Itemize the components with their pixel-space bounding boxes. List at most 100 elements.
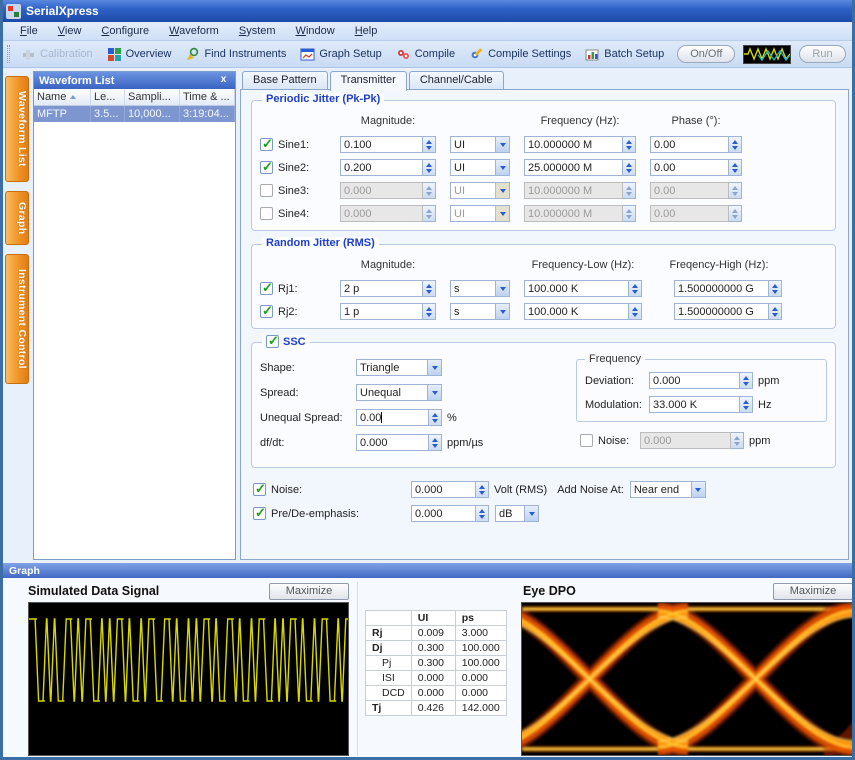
find-instruments-button[interactable]: Find Instruments <box>180 45 291 64</box>
sine3-magnitude-field[interactable]: 0.000 <box>340 182 423 199</box>
close-icon[interactable]: x <box>217 74 230 87</box>
preemphasis-field[interactable]: 0.000 <box>411 505 476 522</box>
side-tab-instrument-control[interactable]: Instrument Control <box>5 254 29 384</box>
ssc-noise-checkbox[interactable] <box>580 434 593 447</box>
rj2-freq-high-spinner[interactable] <box>769 303 782 320</box>
sine4-phase-field[interactable]: 0.00 <box>650 205 729 222</box>
rj2-checkbox[interactable] <box>260 305 273 318</box>
rj1-checkbox[interactable] <box>260 282 273 295</box>
eye-maximize-button[interactable]: Maximize <box>773 583 853 600</box>
side-tab-graph[interactable]: Graph <box>5 191 29 245</box>
menu-configure[interactable]: Configure <box>92 23 158 39</box>
sine1-unit-select[interactable]: UI <box>450 136 510 153</box>
sine2-checkbox[interactable] <box>260 161 273 174</box>
ssc-noise-spinner[interactable] <box>731 432 744 449</box>
rj2-magnitude-spinner[interactable] <box>423 303 436 320</box>
rj2-unit-select[interactable]: s <box>450 303 510 320</box>
rj2-freq-low-spinner[interactable] <box>629 303 642 320</box>
column-length[interactable]: Le... <box>91 89 125 105</box>
sine4-magnitude-spinner[interactable] <box>423 205 436 222</box>
sine1-phase-field[interactable]: 0.00 <box>650 136 729 153</box>
preemphasis-spinner[interactable] <box>476 505 489 522</box>
sine2-magnitude-field[interactable]: 0.200 <box>340 159 423 176</box>
sine4-magnitude-field[interactable]: 0.000 <box>340 205 423 222</box>
rj1-magnitude-field[interactable]: 2 p <box>340 280 423 297</box>
sine1-frequency-spinner[interactable] <box>623 136 636 153</box>
rj1-freq-high-spinner[interactable] <box>769 280 782 297</box>
sine3-phase-spinner[interactable] <box>729 182 742 199</box>
sine3-phase-field[interactable]: 0.00 <box>650 182 729 199</box>
sine2-magnitude-spinner[interactable] <box>423 159 436 176</box>
simulated-maximize-button[interactable]: Maximize <box>269 583 349 600</box>
unequal-spread-field[interactable]: 0.00 <box>356 409 429 426</box>
rj1-freq-high-field[interactable]: 1.500000000 G <box>674 280 769 297</box>
preemphasis-unit-select[interactable]: dB <box>495 505 539 522</box>
menu-help[interactable]: Help <box>346 23 387 39</box>
unequal-spread-spinner[interactable] <box>429 409 442 426</box>
ssc-noise-field[interactable]: 0.000 <box>640 432 731 449</box>
sine2-unit-select[interactable]: UI <box>450 159 510 176</box>
modulation-field[interactable]: 33.000 K <box>649 396 740 413</box>
sine1-checkbox[interactable] <box>260 138 273 151</box>
sine1-phase-spinner[interactable] <box>729 136 742 153</box>
eye-dpo-plot[interactable] <box>521 602 855 756</box>
sine2-phase-spinner[interactable] <box>729 159 742 176</box>
tab-transmitter[interactable]: Transmitter <box>330 71 407 91</box>
rj2-magnitude-field[interactable]: 1 p <box>340 303 423 320</box>
splitter[interactable] <box>357 582 358 756</box>
title-bar[interactable]: SerialXpress <box>0 0 855 22</box>
column-name[interactable]: Name <box>34 89 91 105</box>
preemphasis-checkbox[interactable] <box>253 507 266 520</box>
tab-channel-cable[interactable]: Channel/Cable <box>409 71 504 90</box>
shape-select[interactable]: Triangle <box>356 359 442 376</box>
dfdt-spinner[interactable] <box>429 434 442 451</box>
column-time[interactable]: Time & ... <box>180 89 235 105</box>
sine3-magnitude-spinner[interactable] <box>423 182 436 199</box>
side-tab-waveform-list[interactable]: Waveform List <box>5 76 29 182</box>
on-off-button[interactable]: On/Off <box>677 45 735 63</box>
sine4-frequency-field[interactable]: 10.000000 M <box>524 205 623 222</box>
run-button[interactable]: Run <box>799 45 845 63</box>
noise-spinner[interactable] <box>476 481 489 498</box>
dfdt-field[interactable]: 0.000 <box>356 434 429 451</box>
sine3-frequency-field[interactable]: 10.000000 M <box>524 182 623 199</box>
modulation-spinner[interactable] <box>740 396 753 413</box>
rj2-freq-low-field[interactable]: 100.000 K <box>524 303 629 320</box>
sine1-magnitude-spinner[interactable] <box>423 136 436 153</box>
sine4-unit-select[interactable]: UI <box>450 205 510 222</box>
sine2-frequency-spinner[interactable] <box>623 159 636 176</box>
overview-button[interactable]: Overview <box>102 45 177 64</box>
deviation-field[interactable]: 0.000 <box>649 372 740 389</box>
sine4-phase-spinner[interactable] <box>729 205 742 222</box>
rj1-freq-low-field[interactable]: 100.000 K <box>524 280 629 297</box>
sine4-frequency-spinner[interactable] <box>623 205 636 222</box>
rj2-freq-high-field[interactable]: 1.500000000 G <box>674 303 769 320</box>
menu-window[interactable]: Window <box>287 23 344 39</box>
rj1-freq-low-spinner[interactable] <box>629 280 642 297</box>
simulated-signal-plot[interactable] <box>28 602 349 756</box>
menu-file[interactable]: File <box>11 23 47 39</box>
rj1-magnitude-spinner[interactable] <box>423 280 436 297</box>
menu-system[interactable]: System <box>230 23 285 39</box>
table-row[interactable]: MFTP 3.5... 10,000... 3:19:04... <box>34 106 235 122</box>
sine1-magnitude-field[interactable]: 0.100 <box>340 136 423 153</box>
menu-view[interactable]: View <box>49 23 91 39</box>
ssc-checkbox[interactable] <box>266 335 279 348</box>
waveform-list-body[interactable] <box>34 122 235 559</box>
compile-settings-button[interactable]: Compile Settings <box>464 45 576 64</box>
noise-field[interactable]: 0.000 <box>411 481 476 498</box>
toolbar-grip[interactable] <box>7 45 10 63</box>
sine2-frequency-field[interactable]: 25.000000 M <box>524 159 623 176</box>
sine3-frequency-spinner[interactable] <box>623 182 636 199</box>
calibration-button[interactable]: Calibration <box>16 45 98 64</box>
compile-button[interactable]: Compile <box>391 45 460 64</box>
menu-waveform[interactable]: Waveform <box>160 23 228 39</box>
sine3-checkbox[interactable] <box>260 184 273 197</box>
column-sampling[interactable]: Sampli... <box>125 89 180 105</box>
spread-select[interactable]: Unequal <box>356 384 442 401</box>
graph-setup-button[interactable]: Graph Setup <box>295 45 386 64</box>
tab-base-pattern[interactable]: Base Pattern <box>242 71 328 90</box>
sine1-frequency-field[interactable]: 10.000000 M <box>524 136 623 153</box>
deviation-spinner[interactable] <box>740 372 753 389</box>
add-noise-select[interactable]: Near end <box>630 481 706 498</box>
